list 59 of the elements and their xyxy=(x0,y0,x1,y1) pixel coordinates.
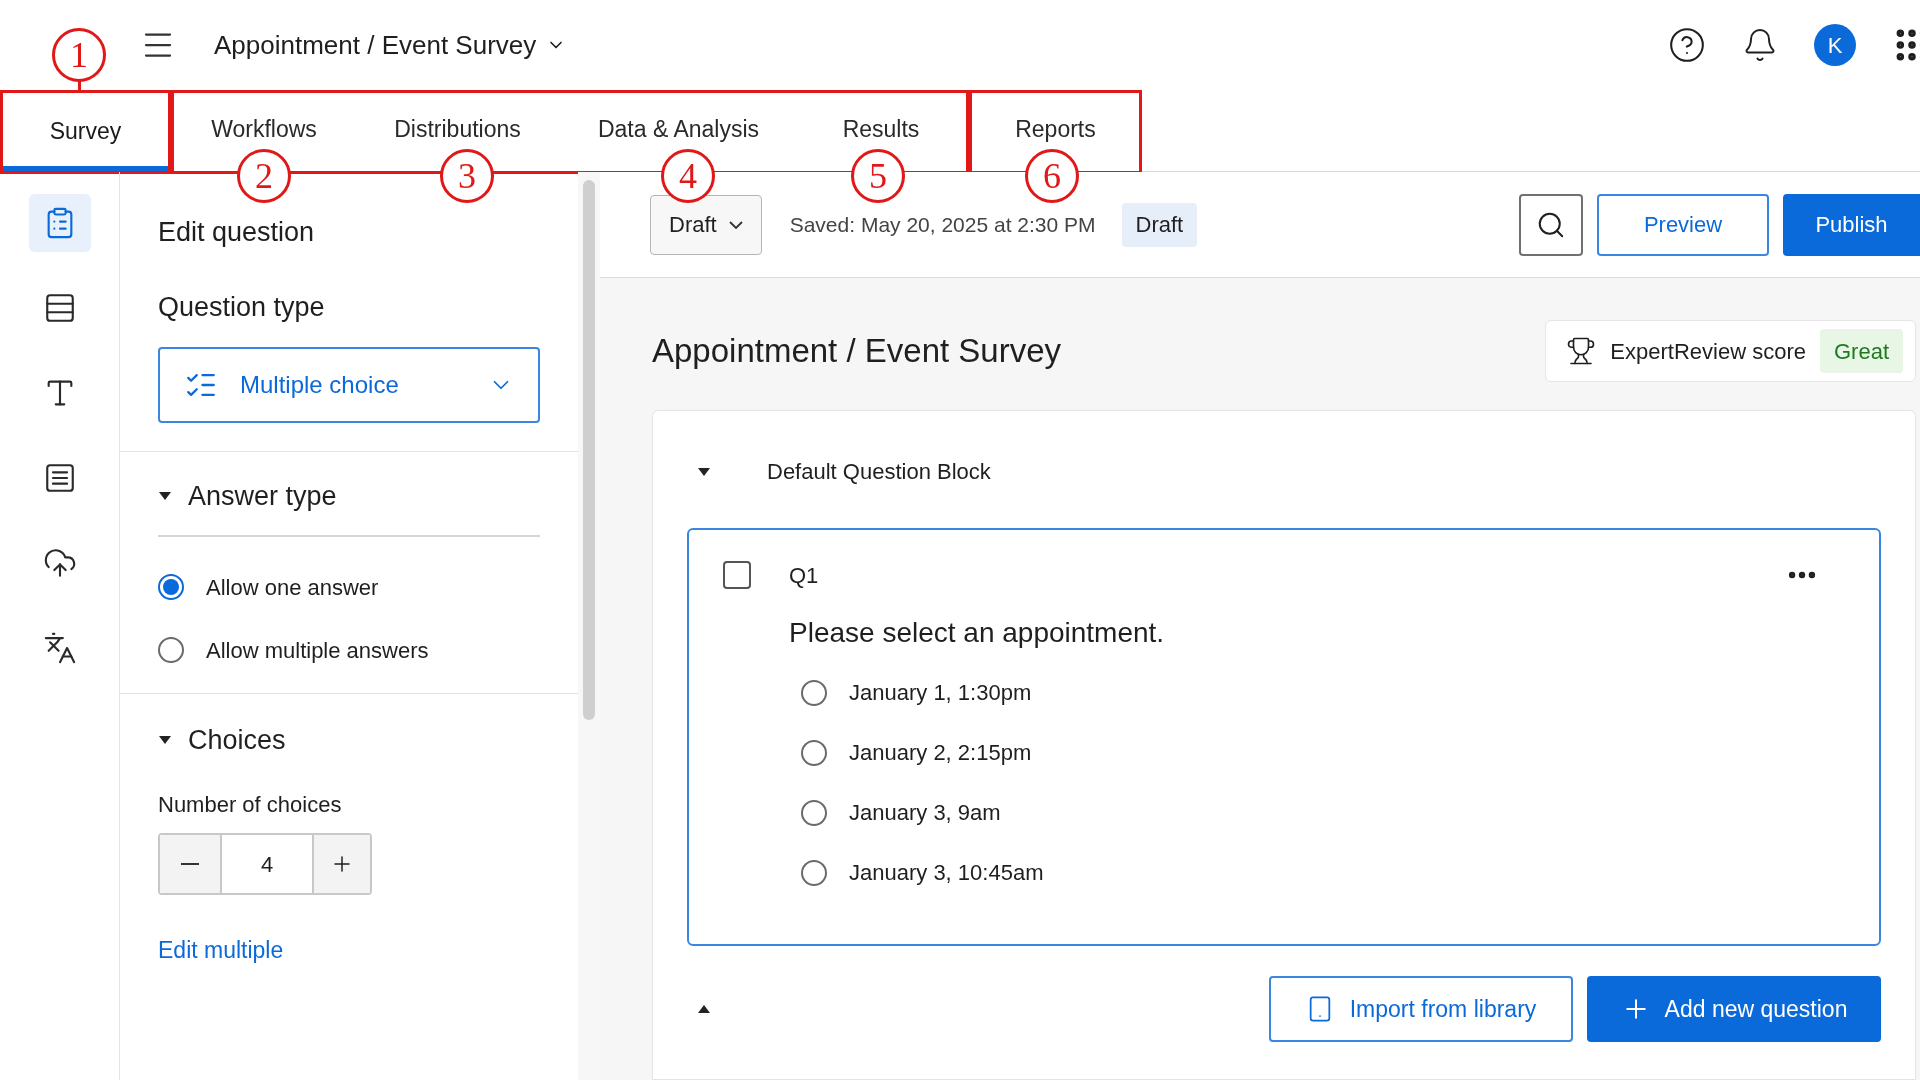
choice-label: January 2, 2:15pm xyxy=(849,739,1032,767)
import-button[interactable]: Import from library xyxy=(1269,976,1573,1042)
question-card[interactable]: Q1 Please select an appointment. January 1, 1:30pm January 2, 2:15pm January 3, 9am January 3, 10:45am xyxy=(687,528,1881,946)
tab[interactable]: Distributions xyxy=(354,93,561,148)
clipboard-icon[interactable] xyxy=(28,194,91,252)
question-text: Please select an appointment. xyxy=(789,616,1166,650)
tab[interactable]: Results xyxy=(796,93,966,148)
annotation-number: 6 xyxy=(1025,149,1079,203)
section-heading: Answer type xyxy=(188,480,337,513)
expert-review-card[interactable]: ExpertReview score Great xyxy=(1545,320,1916,382)
status-badge: Draft xyxy=(1121,202,1198,247)
avatar[interactable]: K xyxy=(1814,24,1856,66)
saved-status: Saved: May 20, 2025 at 2:30 PM xyxy=(789,211,1096,238)
tab[interactable]: Workflows xyxy=(174,93,354,148)
collapse-caret-icon[interactable] xyxy=(158,734,172,745)
annotation-number: 2 xyxy=(237,149,291,203)
survey-title-dropdown[interactable]: Appointment / Event Survey xyxy=(214,25,567,65)
tab[interactable]: Reports xyxy=(972,93,1139,148)
scrollbar-thumb[interactable] xyxy=(583,180,595,720)
annotation-number: 4 xyxy=(661,149,715,203)
radio-button[interactable] xyxy=(801,739,827,766)
edit-multiple-link[interactable]: Edit multiple xyxy=(158,933,284,968)
score-badge: Great xyxy=(1819,329,1903,373)
annotation-number: 3 xyxy=(440,149,494,203)
radio-button[interactable] xyxy=(158,637,184,663)
section-label: Question type xyxy=(158,290,326,324)
version-dropdown[interactable]: Draft xyxy=(650,194,762,255)
question-number: Q1 xyxy=(789,561,819,590)
panel-title: Edit question xyxy=(158,216,316,249)
trophy-icon xyxy=(1566,336,1597,366)
choice-label: January 1, 1:30pm xyxy=(849,679,1032,707)
section-heading: Choices xyxy=(188,723,286,757)
radio-label: Allow one answer xyxy=(206,573,379,602)
tab[interactable]: Data & Analysis xyxy=(561,93,796,148)
radio-button[interactable] xyxy=(158,574,184,600)
block-title: Default Question Block xyxy=(767,458,991,486)
annotation-number: 1 xyxy=(52,28,106,82)
annotation-number: 5 xyxy=(851,149,905,203)
preview-button[interactable]: Preview xyxy=(1597,193,1769,256)
radio-label: Allow multiple answers xyxy=(206,636,429,665)
field-label: Number of choices xyxy=(158,791,343,819)
radio-button[interactable] xyxy=(801,859,827,886)
score-label: ExpertReview score xyxy=(1610,337,1806,366)
choice-label: January 3, 10:45am xyxy=(849,859,1044,887)
help-icon[interactable] xyxy=(1668,26,1706,64)
collapse-up-caret-icon[interactable] xyxy=(697,1004,711,1014)
chevron-down-icon xyxy=(728,220,743,229)
radio-button[interactable] xyxy=(801,799,827,826)
collapse-caret-icon[interactable] xyxy=(697,466,711,477)
tab[interactable]: Survey xyxy=(3,93,168,171)
checkbox[interactable] xyxy=(723,561,751,589)
publish-button[interactable]: Publish xyxy=(1783,193,1920,256)
question-type-dropdown[interactable]: Multiple choice xyxy=(158,347,540,423)
radio-button[interactable] xyxy=(801,679,827,706)
collapse-caret-icon[interactable] xyxy=(158,491,172,502)
add-question-button[interactable]: Add new question xyxy=(1587,976,1881,1042)
choice-label: January 3, 9am xyxy=(849,799,1001,827)
search-button[interactable] xyxy=(1519,193,1583,256)
survey-heading: Appointment / Event Survey xyxy=(652,331,1062,372)
